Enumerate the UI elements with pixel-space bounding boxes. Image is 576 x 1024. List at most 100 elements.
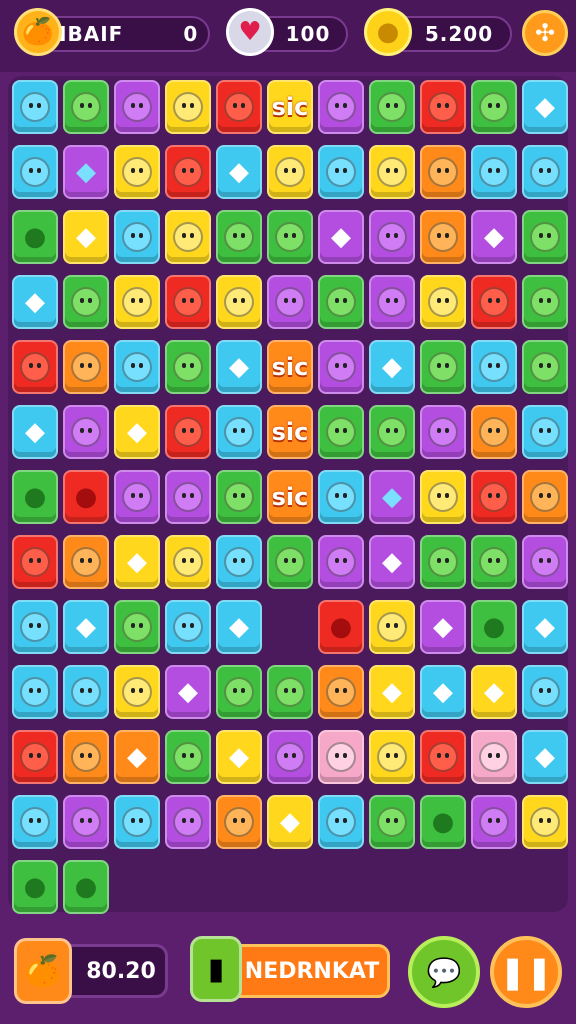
board-tile[interactable]: ● <box>63 470 109 524</box>
board-tile[interactable] <box>114 340 160 394</box>
board-tile[interactable]: ◆ <box>369 340 415 394</box>
board-tile[interactable]: ◆ <box>522 730 568 784</box>
board-tile[interactable] <box>471 795 517 849</box>
board-tile[interactable]: ◆ <box>63 145 109 199</box>
pause-button[interactable]: ❚❚ <box>490 936 562 1008</box>
board-tile[interactable] <box>216 275 262 329</box>
board-tile[interactable] <box>12 535 58 589</box>
board-tile[interactable] <box>420 405 466 459</box>
board-tile[interactable] <box>165 210 211 264</box>
board-tile[interactable] <box>12 145 58 199</box>
board-tile[interactable] <box>114 80 160 134</box>
board-tile[interactable]: ◆ <box>522 600 568 654</box>
board-tile[interactable] <box>216 470 262 524</box>
board-tile[interactable] <box>12 340 58 394</box>
board-tile[interactable] <box>318 80 364 134</box>
board-tile[interactable] <box>63 80 109 134</box>
board-tile[interactable] <box>471 470 517 524</box>
board-tile[interactable]: sic <box>267 405 313 459</box>
settings-button[interactable]: ✣ <box>522 10 568 56</box>
board-tile[interactable] <box>420 80 466 134</box>
board-tile[interactable] <box>369 145 415 199</box>
board-tile[interactable] <box>114 275 160 329</box>
board-tile[interactable] <box>369 80 415 134</box>
board-tile[interactable] <box>522 145 568 199</box>
board-tile[interactable] <box>165 145 211 199</box>
board-tile[interactable] <box>471 145 517 199</box>
board-tile[interactable] <box>267 275 313 329</box>
board-tile[interactable] <box>420 470 466 524</box>
board-tile[interactable]: ◆ <box>522 80 568 134</box>
board-tile[interactable] <box>522 470 568 524</box>
board-tile[interactable] <box>318 535 364 589</box>
board-tile[interactable] <box>165 795 211 849</box>
board-tile[interactable]: ● <box>12 210 58 264</box>
board-tile[interactable] <box>471 275 517 329</box>
board-tile[interactable]: ◆ <box>369 535 415 589</box>
board-tile[interactable] <box>369 210 415 264</box>
board-tile[interactable] <box>165 730 211 784</box>
board-tile[interactable] <box>63 535 109 589</box>
board-tile[interactable] <box>318 405 364 459</box>
board-tile[interactable]: ● <box>12 470 58 524</box>
board-tile[interactable] <box>114 665 160 719</box>
board-tile[interactable]: sic <box>267 80 313 134</box>
board-tile[interactable] <box>165 275 211 329</box>
board-tile[interactable] <box>267 145 313 199</box>
board-tile[interactable] <box>267 535 313 589</box>
board-tile[interactable] <box>165 405 211 459</box>
board-tile[interactable] <box>420 535 466 589</box>
board-tile[interactable] <box>318 145 364 199</box>
board-tile[interactable] <box>471 730 517 784</box>
board-tile[interactable] <box>471 80 517 134</box>
board-tile[interactable] <box>216 665 262 719</box>
board-tile[interactable] <box>420 340 466 394</box>
board-tile[interactable] <box>165 535 211 589</box>
board-tile[interactable] <box>63 340 109 394</box>
board-tile[interactable]: ◆ <box>471 665 517 719</box>
board-tile[interactable] <box>522 665 568 719</box>
board-tile[interactable] <box>216 405 262 459</box>
board-tile[interactable]: ● <box>471 600 517 654</box>
board-tile[interactable] <box>318 275 364 329</box>
board-tile[interactable] <box>12 795 58 849</box>
board-tile[interactable] <box>12 600 58 654</box>
board-tile[interactable]: ◆ <box>63 210 109 264</box>
board-tile[interactable]: ◆ <box>114 730 160 784</box>
board-tile[interactable] <box>63 795 109 849</box>
board-tile[interactable]: ◆ <box>63 600 109 654</box>
board-tile[interactable] <box>318 730 364 784</box>
board-tile[interactable] <box>165 470 211 524</box>
board-tile[interactable]: ◆ <box>369 470 415 524</box>
board-tile[interactable] <box>216 535 262 589</box>
board-tile[interactable] <box>216 795 262 849</box>
board-tile[interactable]: ◆ <box>216 730 262 784</box>
board-tile[interactable] <box>522 795 568 849</box>
board-tile[interactable]: ● <box>63 860 109 914</box>
board-tile[interactable] <box>63 730 109 784</box>
board-tile[interactable] <box>369 405 415 459</box>
board-tile[interactable] <box>114 600 160 654</box>
board-tile[interactable] <box>471 405 517 459</box>
board-tile[interactable] <box>267 665 313 719</box>
board-tile[interactable] <box>267 210 313 264</box>
board-tile[interactable] <box>216 210 262 264</box>
board-tile[interactable]: ◆ <box>471 210 517 264</box>
board-tile[interactable] <box>318 795 364 849</box>
board-tile[interactable] <box>318 470 364 524</box>
board-tile[interactable] <box>114 795 160 849</box>
board-tile[interactable]: ◆ <box>216 145 262 199</box>
board-tile[interactable] <box>369 600 415 654</box>
board-tile[interactable] <box>165 80 211 134</box>
board-tile[interactable] <box>12 665 58 719</box>
board-tile[interactable] <box>369 275 415 329</box>
board-tile[interactable] <box>369 730 415 784</box>
board-tile[interactable]: ◆ <box>318 210 364 264</box>
board-tile[interactable]: sic <box>267 340 313 394</box>
board-tile[interactable] <box>522 340 568 394</box>
board-tile[interactable]: ◆ <box>216 340 262 394</box>
board-tile[interactable] <box>114 470 160 524</box>
board-tile[interactable]: ◆ <box>12 275 58 329</box>
board-tile[interactable]: ◆ <box>12 405 58 459</box>
hint-button[interactable]: 💬 <box>408 936 480 1008</box>
